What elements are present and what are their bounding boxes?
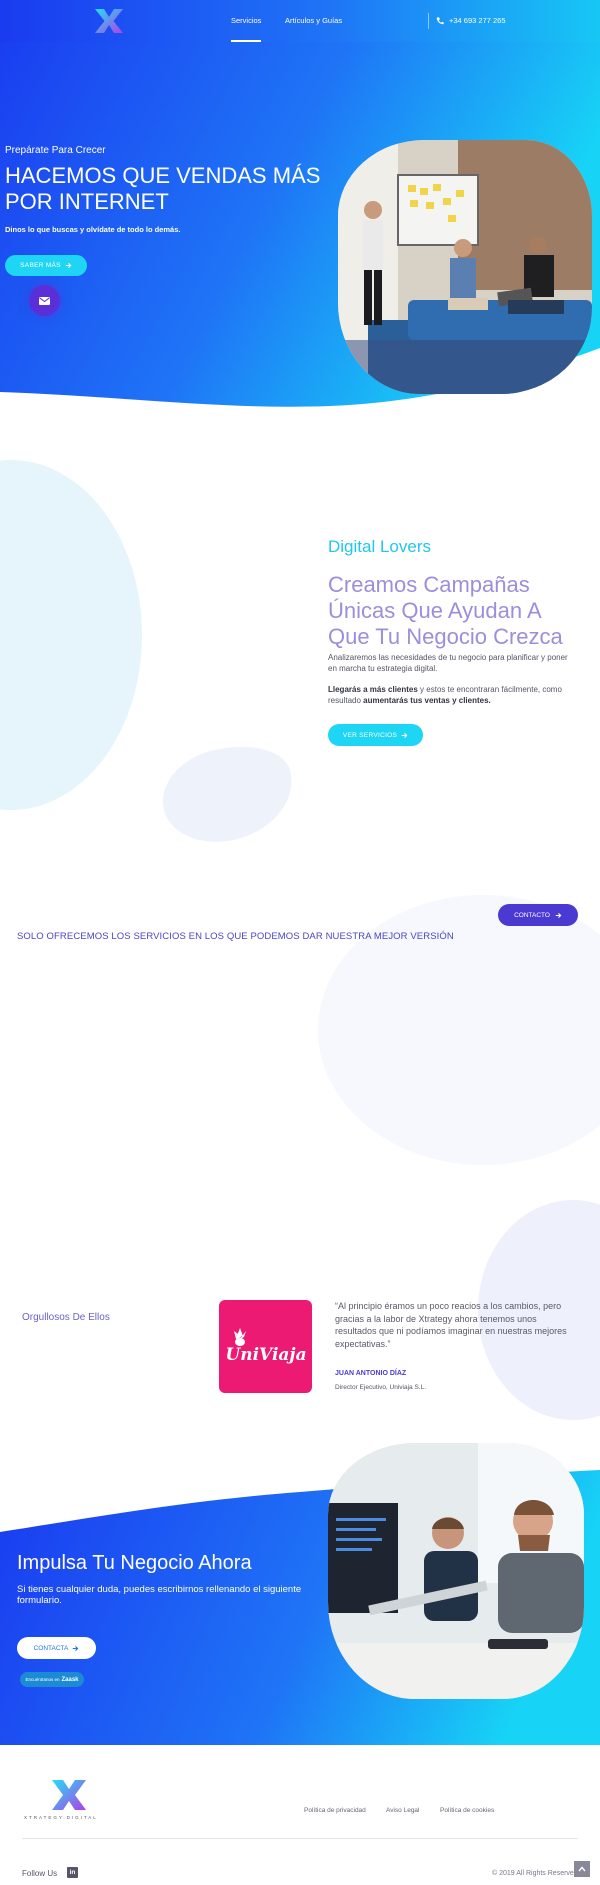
footer-link-privacidad[interactable]: Política de privacidad — [304, 1807, 366, 1814]
arrow-right-icon — [401, 732, 408, 738]
copyright-text: © 2019 All Rights Reserved — [492, 1870, 578, 1877]
univiaja-logo-text: UniViaja — [226, 1345, 306, 1365]
arrow-right-icon — [555, 912, 562, 918]
zaask-prefix: Encuéntranos en — [25, 1677, 60, 1682]
saber-mas-button[interactable]: SABER MÁS — [5, 255, 87, 276]
zaask-brand: Zaask — [61, 1676, 79, 1683]
digital-lovers-kicker: Digital Lovers — [328, 537, 431, 556]
contacta-button[interactable]: CONTACTA — [17, 1637, 96, 1659]
cta-title: Impulsa Tu Negocio Ahora — [17, 1552, 252, 1574]
testimonial-author: JUAN ANTONIO DÍAZ — [335, 1370, 407, 1377]
zaask-badge[interactable]: Encuéntranos en Zaask — [20, 1672, 84, 1687]
chevron-up-icon — [578, 1866, 586, 1872]
testimonial-role: Director Ejecutivo, Univiaja S.L. — [335, 1384, 427, 1391]
footer-link-aviso-legal[interactable]: Aviso Legal — [386, 1807, 420, 1814]
nav-divider — [428, 13, 429, 29]
ver-servicios-label: VER SERVICIOS — [342, 731, 398, 739]
phone-number: +34 693 277 265 — [449, 16, 506, 25]
decorative-blob-left — [0, 460, 142, 810]
team-meeting-illustration — [338, 140, 592, 394]
digital-lovers-paragraph-2: Llegarás a más clientes y estos te encon… — [328, 684, 578, 706]
nav-item-articulos[interactable]: Artículos y Guías — [285, 16, 342, 25]
contacto-button[interactable]: CONTACTO — [498, 904, 578, 926]
cta-office-photo — [328, 1443, 584, 1699]
cta-subtitle: Si tienes cualquier duda, puedes escribi… — [17, 1584, 302, 1606]
p2-bold-2: aumentarás tus ventas y clientes. — [363, 696, 491, 705]
p2-bold-1: Llegarás a más clientes — [328, 685, 418, 694]
contacto-label: CONTACTO — [514, 911, 550, 919]
follow-us-label: Follow Us — [22, 1869, 58, 1878]
univiaja-logo-art: UniViaja — [226, 1327, 306, 1365]
testimonial-kicker: Orgullosos De Ellos — [22, 1312, 110, 1323]
hero-kicker: Prepárate Para Crecer — [5, 145, 106, 156]
footer-divider — [22, 1838, 578, 1839]
digital-lovers-paragraph-1: Analizaremos las necesidades de tu negoc… — [328, 653, 568, 673]
hero-subtitle: Dinos lo que buscas y olvídate de todo l… — [5, 225, 181, 234]
contacta-label: CONTACTA — [33, 1644, 69, 1652]
hero-title: HACEMOS QUE VENDAS MÁS POR INTERNET — [5, 163, 321, 214]
services-heading: SOLO OFRECEMOS LOS SERVICIOS EN LOS QUE … — [17, 931, 454, 942]
scroll-to-top-button[interactable] — [574, 1861, 590, 1877]
page: Servicios Artículos y Guías +34 693 277 … — [0, 0, 600, 1885]
footer-brand-name: XTRATEGY.DIGITAL — [24, 1815, 98, 1820]
digital-lovers-title: Creamos Campañas Únicas Que Ayudan A Que… — [328, 572, 563, 649]
nav-item-servicios[interactable]: Servicios — [231, 16, 262, 42]
phone-icon — [436, 16, 444, 24]
office-workers-illustration — [328, 1443, 584, 1699]
mail-icon — [39, 296, 50, 305]
top-navigation-bar: Servicios Artículos y Guías +34 693 277 … — [0, 0, 600, 42]
decorative-blob-small — [152, 733, 304, 855]
arrow-right-icon — [65, 263, 72, 268]
phone-link[interactable]: +34 693 277 265 — [436, 16, 506, 25]
footer-link-cookies[interactable]: Política de cookies — [440, 1807, 494, 1814]
testimonial-quote: “Al principio éramos un poco reacios a l… — [335, 1301, 567, 1349]
linkedin-icon[interactable]: in — [67, 1867, 78, 1878]
arrow-right-icon — [73, 1645, 79, 1651]
logo-x[interactable] — [94, 8, 124, 34]
ver-servicios-button[interactable]: VER SERVICIOS — [328, 724, 423, 746]
hero-team-photo — [338, 140, 592, 394]
univiaja-logo: UniViaja — [219, 1300, 312, 1393]
mail-button[interactable] — [29, 285, 60, 316]
saber-mas-label: SABER MÁS — [20, 262, 61, 269]
